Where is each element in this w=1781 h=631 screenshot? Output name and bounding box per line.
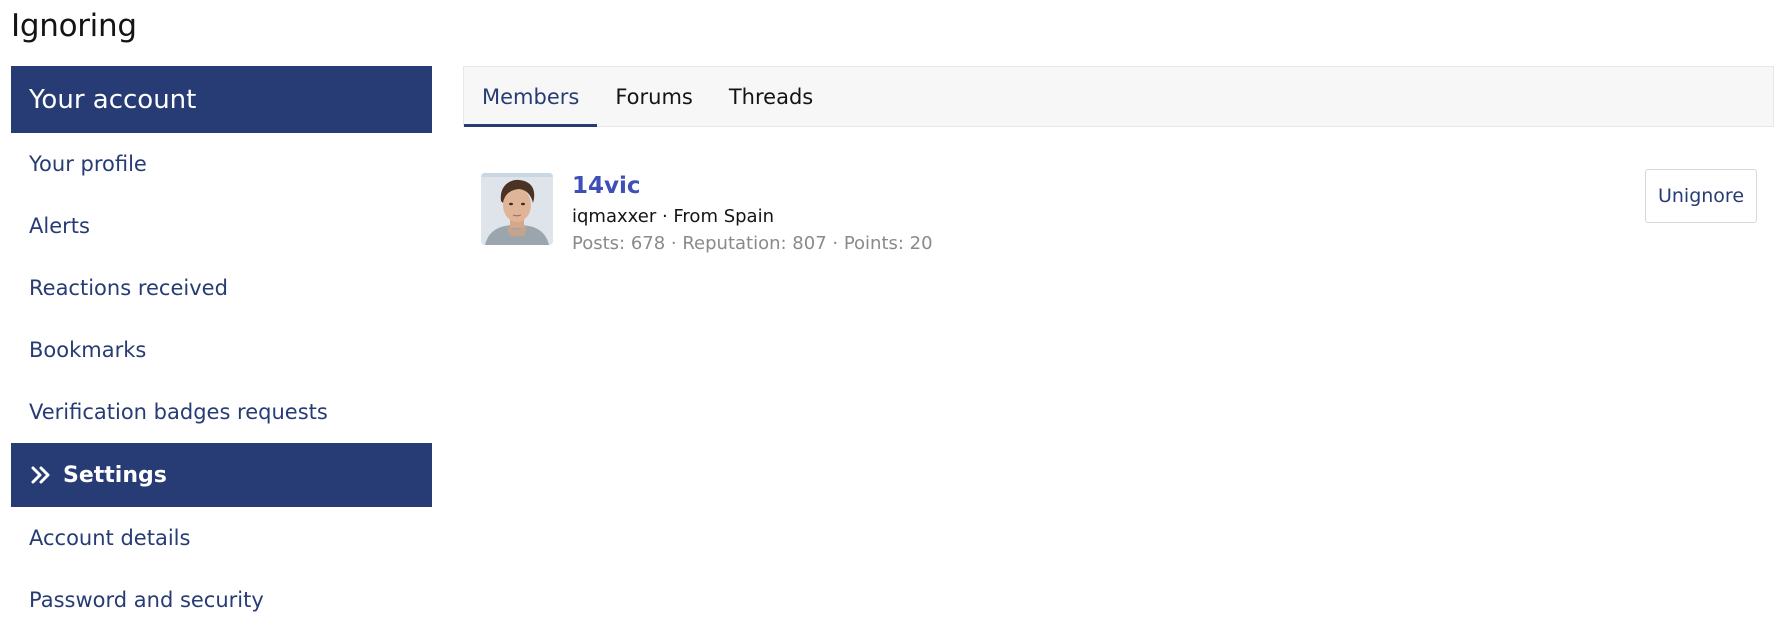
sidebar-section-settings[interactable]: Settings xyxy=(11,443,432,507)
member-stats: Posts: 678 · Reputation: 807 · Points: 2… xyxy=(572,233,933,254)
sidebar-item-account-details[interactable]: Account details xyxy=(11,507,432,569)
avatar[interactable] xyxy=(481,173,553,245)
sidebar-item-reactions-received[interactable]: Reactions received xyxy=(11,257,432,319)
member-name-link[interactable]: 14vic xyxy=(572,173,641,199)
ignoring-main: Members Forums Threads 14vic iqmaxxer · … xyxy=(463,66,1774,254)
sidebar-item-alerts[interactable]: Alerts xyxy=(11,195,432,257)
tab-threads[interactable]: Threads xyxy=(711,67,831,126)
sidebar-item-your-profile[interactable]: Your profile xyxy=(11,133,432,195)
page-title: Ignoring xyxy=(11,8,137,44)
tab-forums[interactable]: Forums xyxy=(597,67,711,126)
double-chevron-right-icon xyxy=(29,463,53,487)
sidebar-item-password-and-security[interactable]: Password and security xyxy=(11,569,432,631)
account-sidebar: Your account Your profile Alerts Reactio… xyxy=(11,66,432,631)
ignoring-tabs: Members Forums Threads xyxy=(463,66,1774,127)
member-title-location: iqmaxxer · From Spain xyxy=(572,206,774,227)
unignore-button[interactable]: Unignore xyxy=(1645,169,1757,223)
sidebar-item-verification-badges-requests[interactable]: Verification badges requests xyxy=(11,381,432,443)
sidebar-item-bookmarks[interactable]: Bookmarks xyxy=(11,319,432,381)
sidebar-header-your-account[interactable]: Your account xyxy=(11,66,432,133)
tab-members[interactable]: Members xyxy=(464,67,598,127)
sidebar-section-label: Settings xyxy=(63,462,167,488)
